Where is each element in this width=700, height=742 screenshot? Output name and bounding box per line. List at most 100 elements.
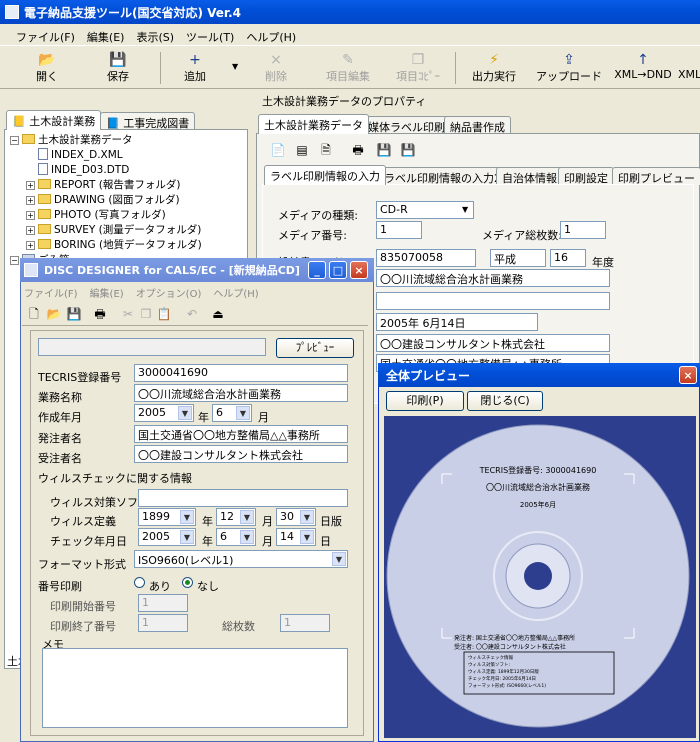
disc-menu-edit[interactable]: 編集(E) — [90, 289, 124, 300]
save-icon[interactable]: 💾 — [66, 306, 82, 322]
tree-folder[interactable]: + SURVEY (測量データフォルダ) — [10, 223, 202, 238]
radio-no[interactable] — [182, 577, 193, 588]
open-button[interactable]: 📂 開く — [22, 52, 72, 84]
tree-folder[interactable]: + PHOTO (写真フォルダ) — [10, 208, 202, 223]
maximize-button[interactable]: □ — [329, 261, 347, 279]
new-file-icon[interactable]: 🗋 — [26, 306, 42, 322]
preview-title-bar[interactable]: 全体プレビュー — [378, 363, 700, 387]
tab-label-input[interactable]: ラベル印刷情報の入力 — [264, 165, 386, 185]
chevron-down-icon[interactable]: ▼ — [300, 530, 314, 544]
folder-icon — [38, 239, 51, 249]
orderer-field[interactable]: 国土交通省〇〇地方整備局△△事務所 — [134, 425, 348, 443]
close-preview-button[interactable]: 閉じる(C) — [467, 391, 543, 411]
close-button[interactable]: × — [350, 261, 368, 279]
xml-dnd-button[interactable]: ↑ XML→DND — [612, 52, 674, 81]
tab-municipality[interactable]: 自治体情報 — [496, 167, 563, 185]
era-year-select[interactable]: 16 — [550, 249, 586, 267]
tab-delivery-note[interactable]: 納品書作成 — [444, 116, 511, 134]
menu-help[interactable]: ヘルプ(H) — [246, 31, 296, 44]
radio-yes[interactable] — [134, 577, 145, 588]
close-button[interactable]: × — [679, 366, 697, 384]
minimize-button[interactable]: _ — [308, 261, 326, 279]
era-select[interactable]: 平成 — [490, 249, 546, 267]
output-run-button[interactable]: ⚡ 出力実行 — [466, 52, 522, 84]
tree-folder[interactable]: + REPORT (報告書フォルダ) — [10, 178, 202, 193]
save-as-icon[interactable]: 💾 — [400, 142, 416, 158]
blank-field[interactable] — [376, 292, 610, 310]
eject-icon[interactable]: ⏏ — [210, 306, 226, 322]
upload-button[interactable]: ⇪ アップロード — [536, 52, 602, 84]
disc-tecris-text: TECRIS登録番号: 3000041690 — [479, 465, 597, 475]
delete-button[interactable]: × 削除 — [253, 52, 299, 84]
add-button[interactable]: + 追加 — [172, 52, 218, 84]
book-icon: 📒 — [12, 115, 26, 128]
chevron-down-icon[interactable]: ▼ — [462, 205, 468, 214]
project-name-field[interactable]: 〇〇川流域総合治水計画業務 — [376, 269, 610, 287]
tree-file[interactable]: INDE_D03.DTD — [10, 163, 202, 178]
tab-print-settings[interactable]: 印刷設定 — [558, 167, 614, 185]
properties-icon[interactable]: 📄 — [270, 142, 286, 158]
tree-file[interactable]: INDEX_D.XML — [10, 148, 202, 163]
print-icon[interactable]: 🖶 — [350, 142, 366, 158]
list-icon[interactable]: ▤ — [294, 142, 310, 158]
total-count-field[interactable]: 1 — [280, 614, 330, 632]
tree-folder[interactable]: + DRAWING (図面フォルダ) — [10, 193, 202, 208]
contractor-field[interactable]: 〇〇建設コンサルタント株式会社 — [134, 445, 348, 463]
cut-icon[interactable]: ✂ — [120, 306, 136, 322]
menu-tools[interactable]: ツール(T) — [186, 31, 234, 44]
chevron-down-icon[interactable]: ▼ — [300, 510, 314, 524]
save-icon[interactable]: 💾 — [376, 142, 392, 158]
tecris-field[interactable]: 3000041690 — [134, 364, 348, 382]
chevron-down-icon[interactable]: ▼ — [180, 510, 194, 524]
print-button[interactable]: 印刷(P) — [386, 391, 464, 411]
tab-media-label-print[interactable]: 媒体ラベル印刷 — [362, 116, 451, 134]
main-title-bar[interactable]: 電子納品支援ツール(国交省対応) Ver.4 — [0, 0, 700, 24]
chevron-down-icon[interactable]: ▼ — [180, 530, 194, 544]
undo-icon[interactable]: ↶ — [184, 306, 200, 322]
save-button[interactable]: 💾 保存 — [95, 52, 141, 84]
virus-soft-field[interactable] — [138, 489, 348, 507]
chevron-down-icon[interactable]: ▼ — [178, 406, 192, 420]
print-icon[interactable]: 🖶 — [92, 306, 108, 322]
tab-design-data[interactable]: 土木設計業務データ — [258, 114, 369, 134]
virus-box-line: フォーマット形式: ISO9660(レベル1) — [468, 682, 546, 689]
menu-file[interactable]: ファイル(F) — [16, 31, 75, 44]
end-number-field[interactable]: 1 — [138, 614, 188, 632]
edit-item-button[interactable]: ✎ 項目編集 — [320, 52, 376, 84]
tree-folder[interactable]: + BORING (地質データフォルダ) — [10, 238, 202, 253]
xml-button[interactable]: XML — [678, 52, 700, 81]
disc-menu-file[interactable]: ファイル(F) — [24, 289, 78, 300]
media-number-field[interactable]: 1 — [376, 221, 422, 239]
paste-icon[interactable]: 📋 — [156, 306, 172, 322]
format-select[interactable]: ISO9660(レベル1) — [134, 550, 348, 568]
chevron-down-icon[interactable]: ▼ — [240, 530, 254, 544]
tecris-label: TECRIS登録番号 — [38, 371, 122, 384]
page-icon[interactable]: 🗎 — [318, 142, 334, 158]
media-total-field[interactable]: 1 — [560, 221, 606, 239]
disc-menu-option[interactable]: オプション(O) — [136, 289, 202, 300]
add-dropdown-icon[interactable]: ▼ — [232, 62, 238, 71]
tree-root[interactable]: − 土木設計業務データ — [10, 133, 202, 148]
preview-button[interactable]: ﾌﾟﾚﾋﾞｭｰ — [276, 338, 354, 358]
company-field[interactable]: 〇〇建設コンサルタント株式会社 — [376, 334, 610, 352]
chevron-down-icon[interactable]: ▼ — [240, 510, 254, 524]
copy-icon[interactable]: ❐ — [138, 306, 154, 322]
virus-def-label: ウィルス定義 — [50, 515, 116, 528]
tab-label-input-2[interactable]: ラベル印刷情報の入力2 — [378, 167, 507, 185]
menu-edit[interactable]: 編集(E) — [87, 31, 125, 44]
tab-civil-design[interactable]: 📒 土木設計業務 — [6, 110, 102, 130]
menu-view[interactable]: 表示(S) — [136, 31, 174, 44]
tab-print-preview[interactable]: 印刷プレビュー — [612, 167, 700, 185]
start-number-field[interactable]: 1 — [138, 594, 188, 612]
open-folder-icon[interactable]: 📂 — [46, 306, 62, 322]
memo-textarea[interactable] — [42, 648, 348, 728]
media-type-select[interactable]: CD-R — [376, 201, 474, 219]
tab-construction-docs[interactable]: 📘 工事完成図書 — [100, 112, 196, 130]
chevron-down-icon[interactable]: ▼ — [332, 552, 346, 566]
date-field[interactable]: 2005年 6月14日 — [376, 313, 538, 331]
design-code-field[interactable]: 835070058 — [376, 249, 476, 267]
work-name-field[interactable]: 〇〇川流域総合治水計画業務 — [134, 384, 348, 402]
disc-menu-help[interactable]: ヘルプ(H) — [213, 289, 258, 300]
copy-item-button[interactable]: ❐ 項目ｺﾋﾟｰ — [390, 52, 446, 84]
chevron-down-icon[interactable]: ▼ — [236, 406, 250, 420]
